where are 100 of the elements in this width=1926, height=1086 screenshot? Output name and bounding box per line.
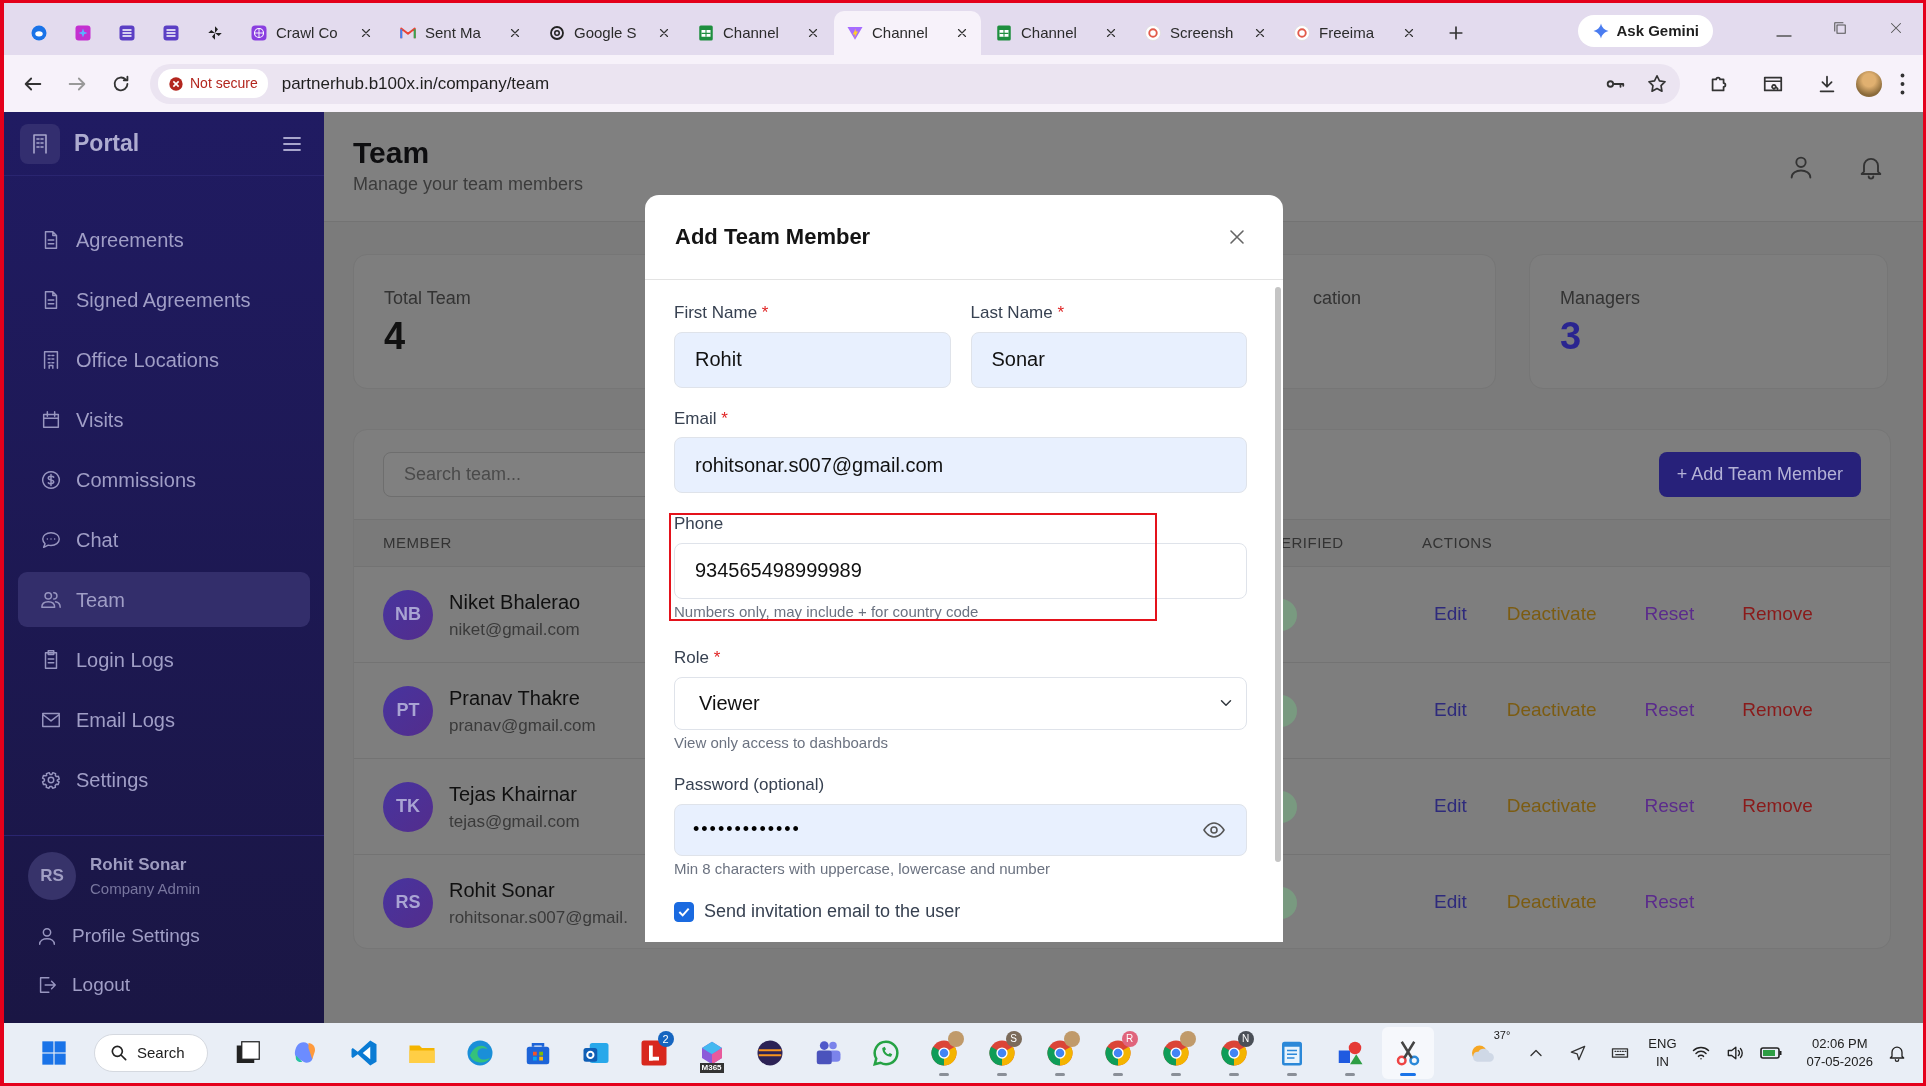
sidebar-item[interactable]: Agreements [18,212,310,267]
member-avatar: RS [383,877,433,928]
browser-icon [1160,1038,1191,1068]
checkbox-label: Send invitation email to the user [704,900,961,923]
member-email: niket@gmail.com [449,618,581,641]
close-icon[interactable] [1253,26,1267,40]
member-avatar: PT [383,685,433,736]
star-icon [1646,72,1668,95]
input-field[interactable]: rohitsonar.s007@gmail.com [674,437,1247,493]
help-text: Numbers only, may include + for country code [674,601,980,622]
browser-tab[interactable]: Sent Ma [387,11,534,55]
browser-tab[interactable]: Crawl Co [238,11,385,55]
column-header: MEMBER [383,533,452,551]
sidebar-item[interactable]: Team [18,572,310,627]
password-field[interactable]: ••••••••••••• [674,803,1247,856]
user-icon [36,925,58,948]
help-text: View only access to dashboards [674,732,889,753]
member-name: Rohit Sonar [449,877,556,903]
add-member-button[interactable]: + Add Team Member [1658,452,1861,497]
browser-tab[interactable]: Channel [834,11,981,55]
list-icon [162,24,180,42]
clock[interactable]: 02:06 PM 07-05-2026 [1806,1035,1873,1071]
sidebar-item[interactable]: Signed Agreements [18,272,310,327]
field-label: Password (optional) [674,774,826,796]
role-select[interactable]: Viewer [674,676,1247,730]
browser-tab[interactable]: Channel [685,11,832,55]
sidebar-link[interactable]: Profile Settings [4,912,232,961]
member-email: pranav@gmail.com [449,714,596,737]
browser-tab[interactable]: Freeima [1281,11,1428,55]
close-icon[interactable] [806,26,820,40]
checkbox[interactable] [674,901,694,922]
taskbar-app[interactable]: M365 [685,1027,738,1079]
address-bar[interactable]: Not secure partnerhub.b100x.in/company/team [150,63,1680,104]
spreadsheet-icon [697,24,715,42]
member-email: rohitsonar.s007@gmail. [449,906,628,929]
member-name: Tejas Khairnar [449,781,578,807]
sidebar-item[interactable]: Email Logs [18,692,310,747]
field-label: Email * [674,407,729,430]
sparkle-icon [74,24,92,42]
browser-tab[interactable]: Channel [983,11,1130,55]
sidebar-item[interactable]: Commissions [18,452,310,507]
list-icon [118,24,136,42]
member-name: Pranav Thakre [449,685,581,711]
more-icon [1900,72,1905,95]
dialog-title: Add Team Member [675,223,871,251]
sidebar-item[interactable]: Chat [18,512,310,567]
taskbar-app[interactable]: S [975,1027,1028,1079]
search-icon [109,1043,129,1063]
field-label: First Name * [674,302,770,324]
profile-badge: S [1005,1031,1022,1047]
sidebar-item[interactable]: Visits [18,392,310,447]
help-text: Min 8 characters with uppercase, lowercase and number [674,858,1052,879]
phone-bubble-icon [870,1038,901,1068]
language-indicator[interactable]: ENG IN [1648,1035,1677,1071]
column-header: ERIFIED [1281,533,1344,551]
stat-label: cation [1312,287,1363,310]
close-icon[interactable] [1104,26,1118,40]
input-field[interactable]: Sonar [970,331,1247,388]
close-icon[interactable] [955,26,969,40]
pinwheel-icon [206,24,224,42]
close-icon[interactable] [1402,26,1416,40]
sidebar-item[interactable]: Office Locations [18,332,310,387]
close-icon[interactable] [359,26,373,40]
close-icon[interactable] [657,26,671,40]
profile-avatar[interactable] [1856,70,1882,97]
close-icon[interactable] [508,26,522,40]
field-label: Phone [674,513,725,535]
input-field[interactable]: Rohit [674,331,951,388]
calendar-icon [40,408,62,431]
ring-icon [1293,24,1311,42]
sidebar-link[interactable]: Logout [4,960,163,1009]
start-icon [40,1039,68,1067]
stat-label: Total Team [384,287,472,310]
browser-tab[interactable]: Google S [536,11,683,55]
password-input[interactable]: ••••••••••••• [691,815,1198,844]
taskbar-app[interactable]: 2 [627,1027,680,1079]
weather-widget[interactable]: 37° [1456,1027,1509,1079]
spreadsheet-icon [995,24,1013,42]
sidebar-item[interactable]: Settings [18,752,310,807]
brand-name: Portal [74,129,141,159]
taskbar-app[interactable] [1381,1027,1434,1079]
profile-badge: N [1237,1031,1254,1047]
browser-tab[interactable]: Screensh [1132,11,1279,55]
taskbar-app[interactable]: N [1207,1027,1260,1079]
sidebar-item[interactable]: Login Logs [18,632,310,687]
minimize-icon [1775,35,1793,37]
member-avatar: TK [383,781,433,832]
warning-icon [168,75,184,92]
round-logo-icon [30,24,48,42]
taskbar-app[interactable]: R [1091,1027,1144,1079]
security-chip[interactable]: Not secure [158,69,268,98]
assistant-button[interactable]: Ask Gemini [1578,15,1713,47]
input-field[interactable]: 934565498999989 [674,542,1247,599]
stat-value: 3 [1560,314,1583,359]
field-label: Role * [674,647,722,669]
triangle-logo-icon [846,24,864,42]
user-name: Rohit Sonar [90,854,188,876]
taskbar-search[interactable]: Search [94,1034,208,1072]
page-title: Team [353,135,431,171]
member-email: tejas@gmail.com [449,810,580,833]
